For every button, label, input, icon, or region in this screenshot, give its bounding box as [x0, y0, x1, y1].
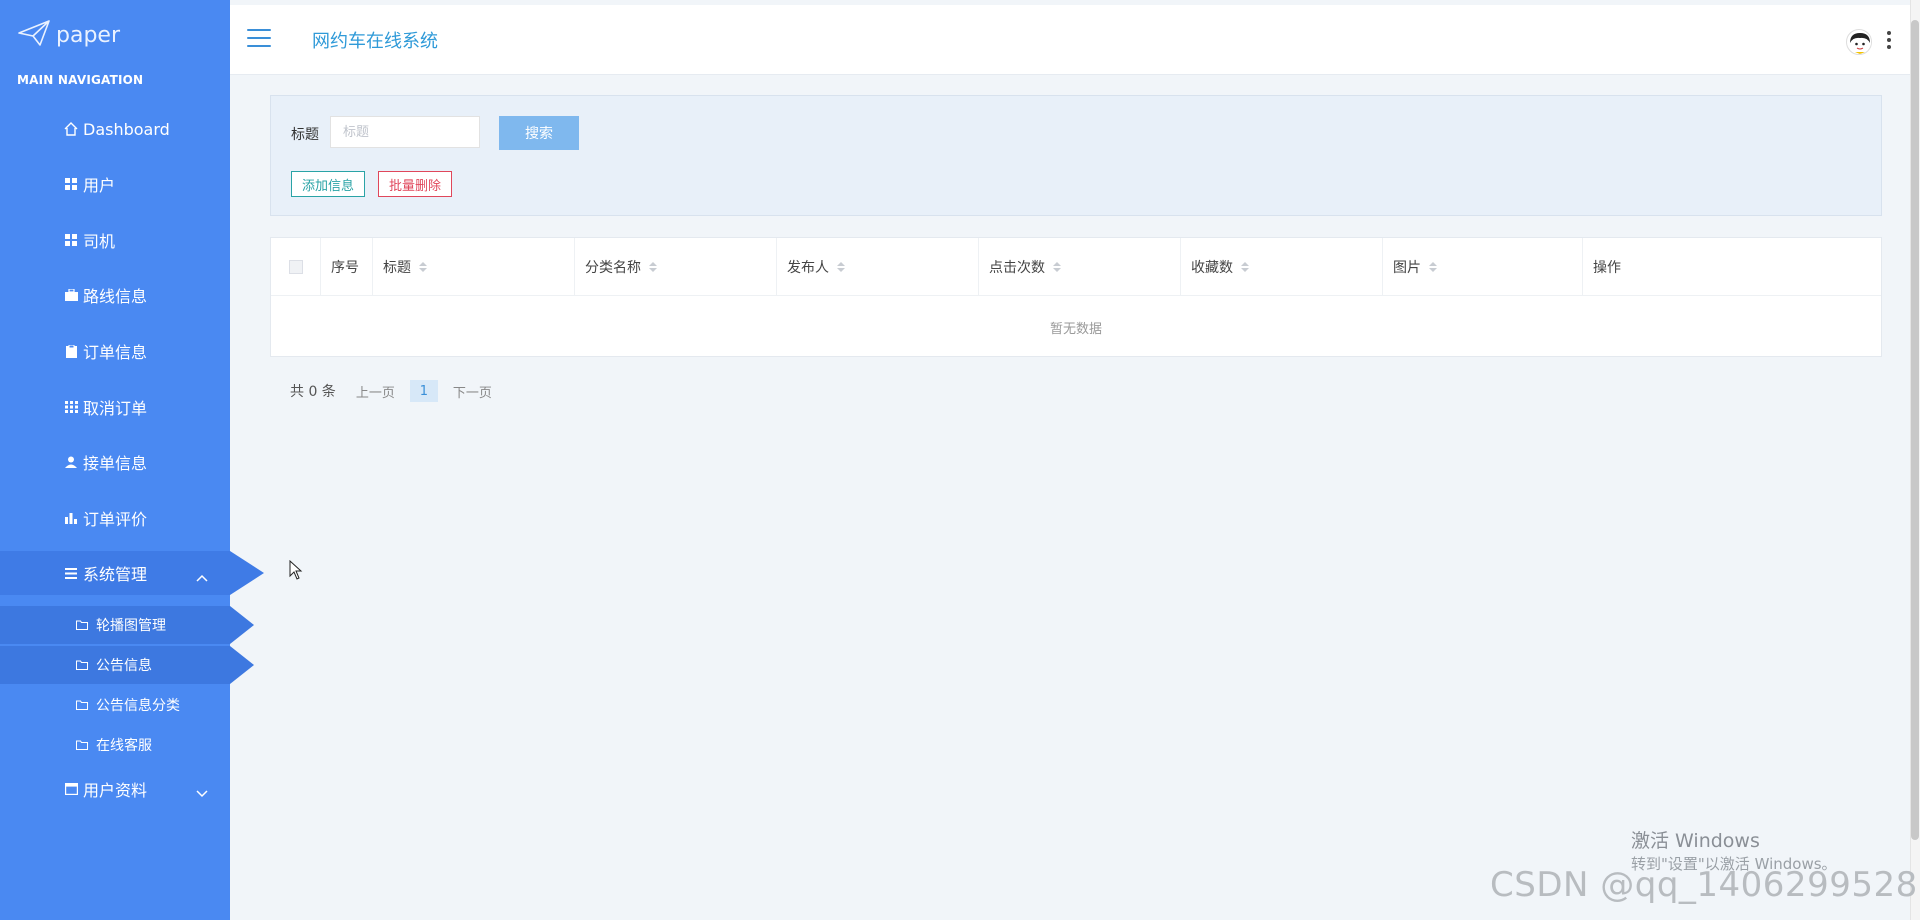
search-button[interactable]: 搜索 [499, 116, 579, 150]
sidebar-item-routes[interactable]: 路线信息 [0, 273, 230, 317]
sort-icon[interactable] [649, 262, 657, 272]
sidebar-subitem-announcements[interactable]: 公告信息 [0, 646, 254, 684]
sidebar-subitem-label: 在线客服 [96, 738, 152, 754]
title-search-input[interactable] [330, 116, 480, 148]
column-header-actions: 操作 [1593, 260, 1621, 276]
folder-icon [76, 620, 88, 630]
folder-icon [76, 740, 88, 750]
sidebar-subitem-announcement-categories[interactable]: 公告信息分类 [0, 686, 230, 724]
sidebar-item-label: 路线信息 [83, 287, 148, 306]
column-header-clicks[interactable]: 点击次数 [979, 238, 1181, 296]
app-title: 网约车在线系统 [312, 31, 438, 52]
column-header-title[interactable]: 标题 [373, 238, 575, 296]
select-all-cell [271, 238, 321, 296]
sidebar-subitem-carousel[interactable]: 轮播图管理 [0, 606, 254, 644]
batch-delete-button[interactable]: 批量删除 [378, 171, 453, 197]
column-header-image[interactable]: 图片 [1383, 238, 1583, 296]
page-scrollbar[interactable] [1910, 0, 1920, 920]
page-number-button[interactable]: 1 [409, 380, 438, 402]
briefcase-icon [64, 288, 78, 302]
mouse-cursor-icon [289, 559, 303, 584]
select-all-checkbox[interactable] [288, 260, 303, 274]
column-header-index: 序号 [321, 238, 373, 296]
table-icon [64, 400, 78, 414]
user-icon [64, 455, 78, 469]
sidebar-item-label: 司机 [83, 232, 116, 251]
sidebar-item-user-profile[interactable]: 用户资料 [0, 767, 230, 811]
pagination-total: 共 0 条 [290, 384, 336, 400]
sidebar-item-dashboard[interactable]: Dashboard [0, 107, 230, 151]
pagination: 共 0 条 上一页 1 下一页 [290, 380, 492, 402]
add-info-button[interactable]: 添加信息 [291, 171, 366, 197]
column-header-favorites[interactable]: 收藏数 [1181, 238, 1383, 296]
sidebar-subitem-label: 公告信息 [96, 658, 152, 674]
prev-page-button[interactable]: 上一页 [356, 382, 395, 401]
sort-icon[interactable] [1241, 262, 1249, 272]
sidebar-item-users[interactable]: 用户 [0, 162, 230, 206]
table-header: 序号 标题 分类名称 发布人 点击次数 收藏数 图片 操作 [271, 238, 1881, 296]
sidebar-item-accept-orders[interactable]: 接单信息 [0, 440, 230, 484]
csdn-watermark: CSDN @qq_1406299528 [1490, 865, 1918, 905]
sidebar-item-label: 订单评价 [83, 510, 148, 529]
avatar[interactable] [1846, 29, 1872, 55]
sidebar: paper MAIN NAVIGATION Dashboard 用户 司机 路线… [0, 0, 264, 920]
sidebar-subitem-online-support[interactable]: 在线客服 [0, 726, 230, 764]
paper-plane-icon [18, 20, 50, 50]
logo-text: paper [56, 22, 120, 48]
column-header-publisher[interactable]: 发布人 [777, 238, 979, 296]
clipboard-icon [64, 344, 78, 358]
folder-icon [76, 700, 88, 710]
next-page-button[interactable]: 下一页 [453, 382, 492, 401]
sidebar-item-label: 用户资料 [83, 781, 148, 800]
scrollbar-thumb[interactable] [1911, 20, 1919, 840]
bar-chart-icon [64, 511, 78, 525]
calendar-icon [64, 782, 78, 796]
sidebar-item-orders[interactable]: 订单信息 [0, 329, 230, 373]
grid-icon [64, 177, 78, 191]
column-header-category[interactable]: 分类名称 [575, 238, 777, 296]
sidebar-item-label: 用户 [83, 176, 116, 195]
sort-icon[interactable] [1429, 262, 1437, 272]
grid-icon [64, 233, 78, 247]
home-icon [64, 122, 78, 136]
data-table: 序号 标题 分类名称 发布人 点击次数 收藏数 图片 操作 暂无数据 [270, 237, 1882, 357]
sidebar-subitem-label: 公告信息分类 [96, 698, 180, 714]
menu-toggle-icon[interactable] [247, 29, 271, 49]
title-filter-label: 标题 [291, 127, 319, 143]
sidebar-item-cancel-orders[interactable]: 取消订单 [0, 385, 230, 429]
sidebar-item-order-reviews[interactable]: 订单评价 [0, 496, 230, 540]
empty-state-text: 暂无数据 [1049, 322, 1102, 337]
sort-icon[interactable] [837, 262, 845, 272]
logo[interactable]: paper [18, 20, 120, 50]
chevron-down-icon [196, 783, 208, 802]
top-header: 网约车在线系统 [230, 5, 1910, 75]
windows-activation-title: 激活 Windows [1631, 830, 1760, 852]
list-icon [64, 566, 78, 580]
more-options-icon[interactable] [1886, 31, 1892, 51]
sidebar-item-system-management[interactable]: 系统管理 [0, 551, 264, 595]
sort-icon[interactable] [1053, 262, 1061, 272]
sidebar-item-label: Dashboard [83, 119, 170, 139]
search-panel: 标题 搜索 添加信息 批量删除 [270, 95, 1882, 216]
nav-section-title: MAIN NAVIGATION [17, 73, 144, 87]
folder-icon [76, 660, 88, 670]
sidebar-item-label: 接单信息 [83, 454, 148, 473]
sidebar-subitem-label: 轮播图管理 [96, 618, 166, 634]
sidebar-item-label: 取消订单 [83, 399, 148, 418]
sort-icon[interactable] [419, 262, 427, 272]
sidebar-item-label: 订单信息 [83, 343, 148, 362]
chevron-up-icon [196, 567, 208, 586]
sidebar-item-label: 系统管理 [83, 565, 148, 584]
sidebar-item-drivers[interactable]: 司机 [0, 218, 230, 262]
